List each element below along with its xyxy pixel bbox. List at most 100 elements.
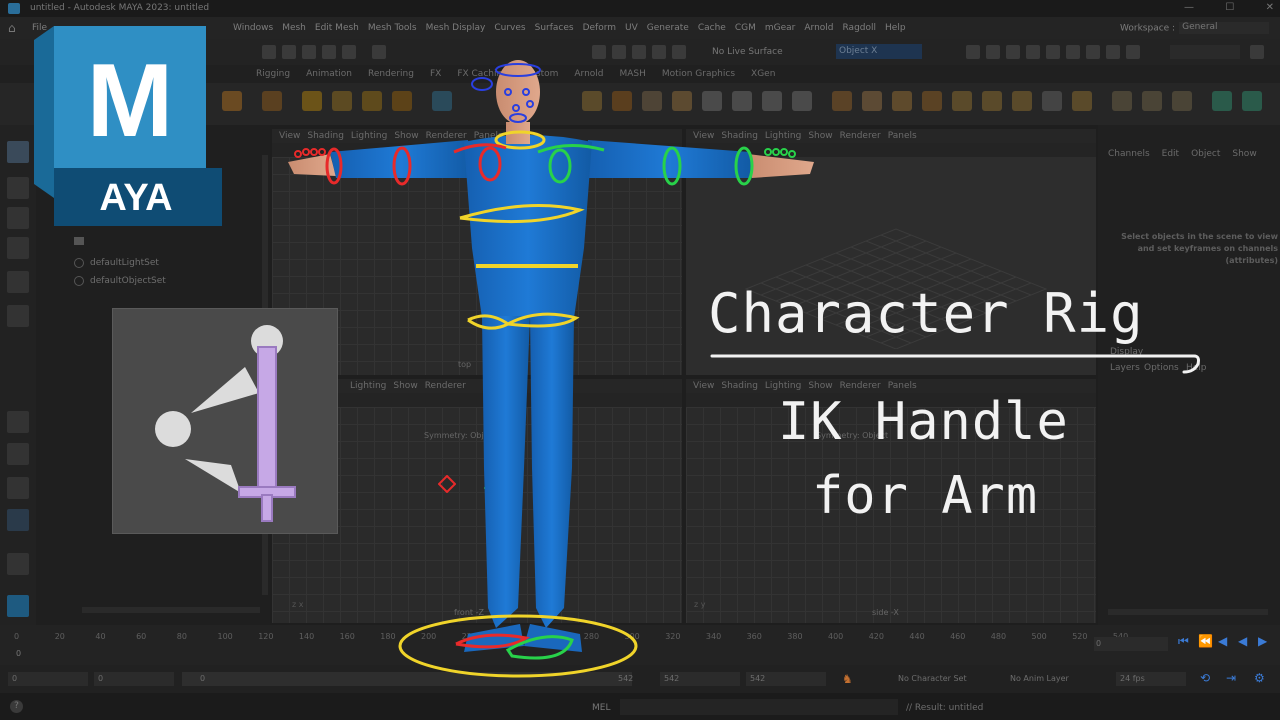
- cb-tab-object[interactable]: Object: [1191, 149, 1220, 159]
- layout-h-icon[interactable]: [1106, 45, 1120, 59]
- menu-generate[interactable]: Generate: [647, 23, 689, 33]
- shelf-tool-p-icon[interactable]: [1042, 91, 1062, 111]
- audio-icon[interactable]: ⇥: [1226, 671, 1236, 685]
- cb-tab-edit[interactable]: Edit: [1162, 149, 1179, 159]
- loop-icon[interactable]: ⟲: [1200, 671, 1210, 685]
- shelf-tool-m-icon[interactable]: [952, 91, 972, 111]
- object-field[interactable]: Object X: [836, 44, 922, 59]
- play-forward-icon[interactable]: ▶: [1258, 634, 1267, 648]
- right-finger-controls[interactable]: [764, 148, 796, 158]
- menu-uv[interactable]: UV: [625, 23, 638, 33]
- menu-surfaces[interactable]: Surfaces: [535, 23, 574, 33]
- shelf-joint-icon[interactable]: [222, 91, 242, 111]
- play-back-icon[interactable]: ◀: [1238, 634, 1247, 648]
- rotate-tool-icon[interactable]: [7, 271, 29, 293]
- workspace-selector[interactable]: Workspace : General: [1120, 22, 1270, 34]
- search-field[interactable]: [1170, 45, 1240, 59]
- shelf-tool-u-icon[interactable]: [1212, 91, 1232, 111]
- home-icon[interactable]: ⌂: [8, 21, 16, 35]
- layout-custom-icon[interactable]: [7, 509, 29, 531]
- shelf-tool-v-icon[interactable]: [1242, 91, 1262, 111]
- vp-menu-panels[interactable]: Panels: [888, 381, 917, 391]
- spine-control[interactable]: [476, 264, 578, 268]
- cb-tab-channels[interactable]: Channels: [1108, 149, 1150, 159]
- scale-tool-icon[interactable]: [7, 305, 29, 327]
- character-set-dropdown[interactable]: No Character Set: [894, 672, 994, 686]
- search-icon[interactable]: [7, 553, 29, 575]
- fps-dropdown[interactable]: 24 fps: [1116, 672, 1186, 686]
- outliner-item-default-object-set[interactable]: defaultObjectSet: [90, 276, 166, 286]
- vp-menu-renderer[interactable]: Renderer: [840, 131, 881, 141]
- layout-two-icon[interactable]: [7, 477, 29, 499]
- anim-start-field[interactable]: 0: [8, 672, 88, 686]
- step-back-key-icon[interactable]: ⏪: [1198, 634, 1213, 648]
- cb-tab-show[interactable]: Show: [1232, 149, 1256, 159]
- select-tool-icon[interactable]: [7, 141, 29, 163]
- layout-b-icon[interactable]: [986, 45, 1000, 59]
- script-language-toggle[interactable]: MEL: [592, 703, 610, 713]
- lasso-tool-icon[interactable]: [7, 177, 29, 199]
- menu-mgear[interactable]: mGear: [765, 23, 796, 33]
- menu-mesh-tools[interactable]: Mesh Tools: [368, 23, 417, 33]
- menu-edit-mesh[interactable]: Edit Mesh: [315, 23, 359, 33]
- preferences-icon[interactable]: ⚙: [1254, 671, 1265, 685]
- menu-mesh-display[interactable]: Mesh Display: [426, 23, 486, 33]
- menu-arnold[interactable]: Arnold: [804, 23, 833, 33]
- shelf-tool-n-icon[interactable]: [982, 91, 1002, 111]
- left-leg[interactable]: [482, 316, 530, 628]
- close-icon[interactable]: ✕: [1266, 2, 1274, 13]
- paint-select-icon[interactable]: [7, 207, 29, 229]
- left-finger-controls[interactable]: [294, 148, 326, 158]
- menu-mesh[interactable]: Mesh: [282, 23, 306, 33]
- torso[interactable]: [464, 135, 592, 318]
- shelf-tool-q-icon[interactable]: [1072, 91, 1092, 111]
- character-icon[interactable]: ♞: [842, 672, 853, 686]
- left-arm[interactable]: [330, 140, 472, 178]
- layout-d-icon[interactable]: [1026, 45, 1040, 59]
- range-start-field[interactable]: 0: [94, 672, 174, 686]
- layer-scrollbar[interactable]: [1108, 609, 1268, 615]
- help-icon[interactable]: ?: [10, 700, 23, 713]
- outliner-hscroll[interactable]: [82, 607, 260, 613]
- shelf-tool-j-icon[interactable]: [862, 91, 882, 111]
- layout-single-icon[interactable]: [7, 411, 29, 433]
- shelf-tool-k-icon[interactable]: [892, 91, 912, 111]
- step-back-frame-icon[interactable]: ◀: [1218, 634, 1227, 648]
- vp-menu-panels[interactable]: Panels: [888, 131, 917, 141]
- shelf-tool-s-icon[interactable]: [1142, 91, 1162, 111]
- layout-g-icon[interactable]: [1086, 45, 1100, 59]
- menu-ragdoll[interactable]: Ragdoll: [843, 23, 877, 33]
- go-to-start-icon[interactable]: ⏮: [1178, 634, 1189, 649]
- maximize-icon[interactable]: ☐: [1225, 2, 1234, 13]
- minimize-icon[interactable]: —: [1184, 2, 1194, 13]
- settings-icon[interactable]: [1250, 45, 1264, 59]
- outliner-item-default-light-set[interactable]: defaultLightSet: [90, 258, 159, 268]
- layout-e-icon[interactable]: [1046, 45, 1060, 59]
- command-input[interactable]: [620, 699, 898, 715]
- right-hand[interactable]: [748, 154, 814, 178]
- shelf-tool-r-icon[interactable]: [1112, 91, 1132, 111]
- layout-four-icon[interactable]: [7, 443, 29, 465]
- menu-cgm[interactable]: CGM: [735, 23, 756, 33]
- maya-home-icon[interactable]: [7, 595, 29, 617]
- menu-cache[interactable]: Cache: [698, 23, 726, 33]
- menu-curves[interactable]: Curves: [494, 23, 525, 33]
- move-tool-icon[interactable]: [7, 237, 29, 259]
- shelf-tool-l-icon[interactable]: [922, 91, 942, 111]
- layout-a-icon[interactable]: [966, 45, 980, 59]
- shelf-tool-t-icon[interactable]: [1172, 91, 1192, 111]
- layout-i-icon[interactable]: [1126, 45, 1140, 59]
- layout-c-icon[interactable]: [1006, 45, 1020, 59]
- menu-help[interactable]: Help: [885, 23, 906, 33]
- vp-menu-renderer[interactable]: Renderer: [840, 381, 881, 391]
- right-leg[interactable]: [530, 316, 574, 628]
- shelf-tool-i-icon[interactable]: [832, 91, 852, 111]
- current-frame-field[interactable]: [1094, 637, 1168, 651]
- menu-windows[interactable]: Windows: [233, 23, 273, 33]
- anim-layer-dropdown[interactable]: No Anim Layer: [1006, 672, 1106, 686]
- workspace-value[interactable]: General: [1179, 22, 1270, 34]
- menu-deform[interactable]: Deform: [583, 23, 616, 33]
- layout-f-icon[interactable]: [1066, 45, 1080, 59]
- right-arm[interactable]: [586, 140, 752, 178]
- shelf-tool-o-icon[interactable]: [1012, 91, 1032, 111]
